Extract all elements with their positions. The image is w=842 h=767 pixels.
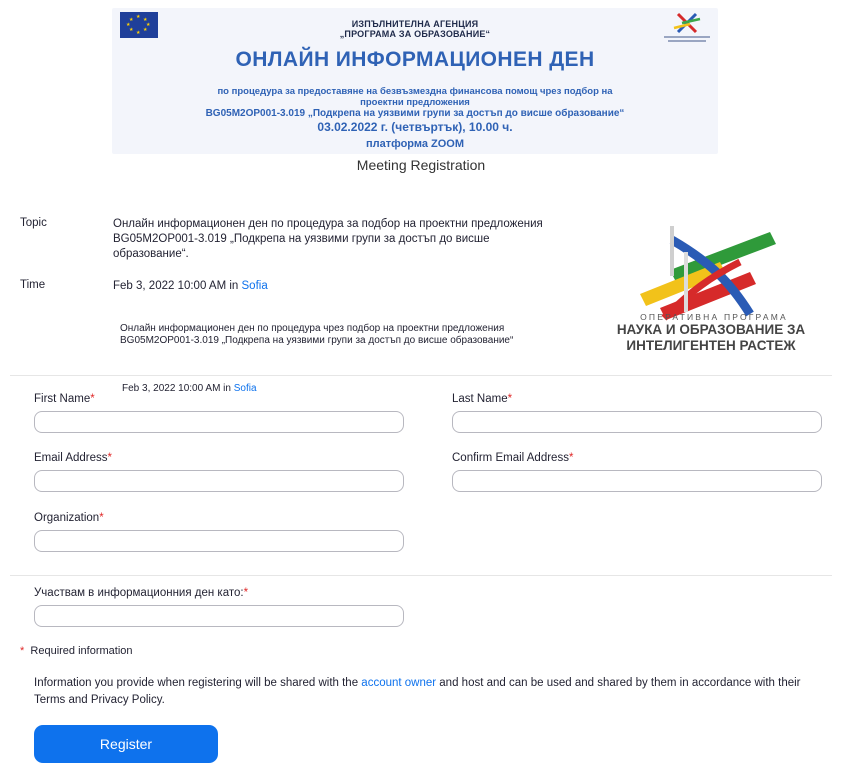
confirm-email-label: Confirm Email Address*: [452, 452, 573, 464]
last-name-label-text: Last Name: [452, 393, 508, 405]
topic-label: Topic: [20, 217, 47, 229]
banner-subtitle-line1: по процедура за предоставяне на безвъзме…: [217, 86, 613, 97]
privacy-info-before: Information you provide when registering…: [34, 677, 362, 689]
program-logo-subtitle: ОПЕРАТИВНА ПРОГРАМА: [640, 312, 788, 322]
email-label-text: Email Address: [34, 452, 108, 464]
agency-name-line1: ИЗПЪЛНИТЕЛНА АГЕНЦИЯ: [351, 19, 479, 29]
description-text: Онлайн информационен ден по процедура чр…: [120, 323, 514, 346]
time-value: Feb 3, 2022 10:00 AM in Sofia: [113, 279, 268, 294]
required-info-text: Required information: [30, 645, 133, 657]
participation-label: Участвам в информационния ден като:*: [34, 587, 248, 599]
required-mark: *: [99, 512, 104, 524]
banner-procedure-line: BG05M2OP001-3.019 „Подкрепа на уязвими г…: [205, 108, 625, 119]
register-button[interactable]: Register: [34, 725, 218, 763]
banner-title: ОНЛАЙН ИНФОРМАЦИОНЕН ДЕН: [235, 48, 595, 71]
organization-label-text: Organization: [34, 512, 100, 524]
date-overlay-timezone-link[interactable]: Sofia: [234, 383, 257, 394]
required-mark: *: [243, 587, 249, 599]
page-title: Meeting Registration: [356, 157, 486, 173]
date-overlay-text: Feb 3, 2022 10:00 AM in: [122, 383, 234, 394]
program-logo-line1: НАУКА И ОБРАЗОВАНИЕ ЗА: [616, 322, 806, 337]
time-label: Time: [20, 279, 46, 291]
organization-input[interactable]: [34, 530, 404, 552]
required-info-note: * Required information: [20, 645, 133, 657]
required-mark: *: [568, 452, 574, 464]
agency-name-line2: „ПРОГРАМА ЗА ОБРАЗОВАНИЕ“: [339, 29, 491, 39]
date-overlay: Feb 3, 2022 10:00 AM in Sofia: [112, 383, 332, 399]
participation-label-text: Участвам в информационния ден като:: [34, 587, 244, 599]
last-name-label: Last Name*: [452, 393, 512, 405]
privacy-info-text: Information you provide when registering…: [34, 675, 834, 709]
first-name-input[interactable]: [34, 411, 404, 433]
banner-platform-line: платформа ZOOM: [365, 138, 465, 150]
required-mark: *: [90, 393, 95, 405]
required-mark: *: [507, 393, 513, 405]
email-input[interactable]: [34, 470, 404, 492]
first-name-label-text: First Name: [34, 393, 91, 405]
timezone-link[interactable]: Sofia: [242, 280, 268, 292]
program-logo-line2: ИНТЕЛИГЕНТЕН РАСТЕЖ: [626, 338, 796, 353]
last-name-input[interactable]: [452, 411, 822, 433]
topic-value: Онлайн информационен ден по процедура за…: [113, 218, 543, 260]
confirm-email-input[interactable]: [452, 470, 822, 492]
banner-subtitle-line2: проектни предложения: [360, 97, 470, 108]
required-mark: *: [107, 452, 112, 464]
divider: [10, 375, 832, 376]
event-banner: ★ ★ ★ ★ ★ ★ ★ ★ ИЗПЪЛНИТЕЛНА АГЕНЦИЯ „ПРОГРА…: [112, 8, 718, 154]
participation-input[interactable]: [34, 605, 404, 627]
organization-label: Organization*: [34, 512, 104, 524]
first-name-label: First Name*: [34, 393, 95, 405]
account-owner-link[interactable]: account owner: [361, 677, 436, 689]
banner-date-line: 03.02.2022 г. (четвъртък), 10.00 ч.: [317, 120, 513, 134]
divider: [10, 575, 832, 576]
required-mark: *: [20, 645, 25, 657]
time-text: Feb 3, 2022 10:00 AM in: [113, 280, 242, 292]
email-label: Email Address*: [34, 452, 112, 464]
confirm-email-label-text: Confirm Email Address: [452, 452, 569, 464]
